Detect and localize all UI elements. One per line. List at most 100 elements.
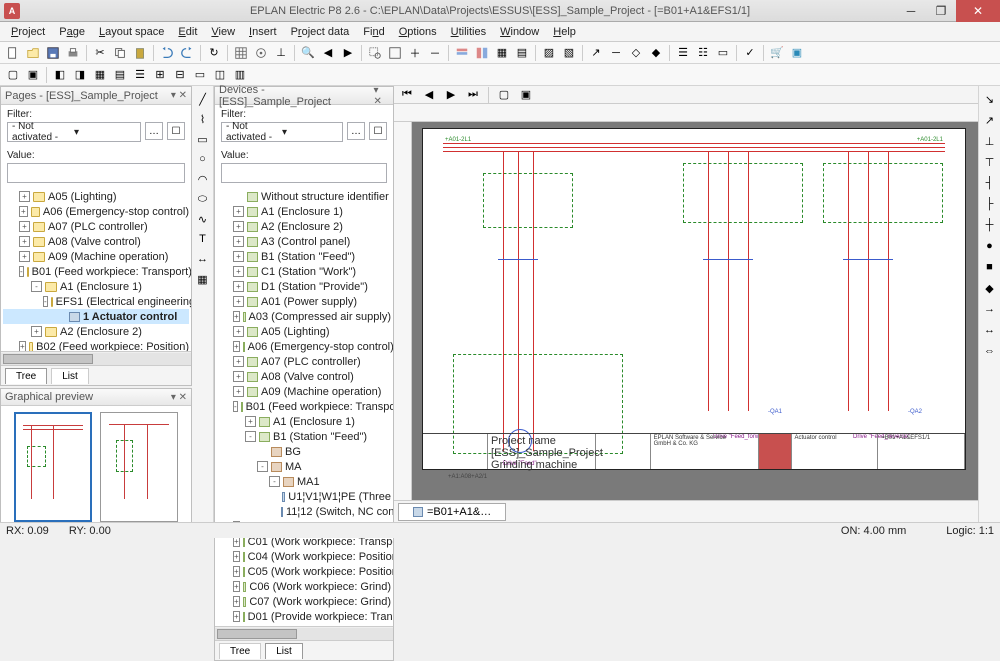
polyline-icon[interactable]: ⌇ (194, 110, 212, 128)
tree-item[interactable]: +A1 (Enclosure 1) (217, 204, 391, 219)
pages-close-icon[interactable]: ▾ ✕ (171, 90, 187, 101)
r-tool12-icon[interactable]: ↔ (981, 321, 999, 339)
maximize-button[interactable]: ❐ (926, 0, 956, 22)
nav-first-icon[interactable]: ⏮ (398, 86, 416, 104)
tool-e-icon[interactable]: ▦ (91, 66, 109, 84)
nav-prev-icon[interactable]: ◀ (420, 86, 438, 104)
view2-icon[interactable] (473, 44, 491, 62)
menu-help[interactable]: Help (546, 24, 583, 40)
preview-thumb-2[interactable] (100, 412, 178, 522)
menu-window[interactable]: Window (493, 24, 546, 40)
tree-item[interactable]: -A1 (Enclosure 1) (3, 279, 189, 294)
tree-item[interactable]: -B01 (Feed workpiece: Transport) (217, 399, 391, 414)
symbol-icon[interactable]: ◇ (627, 44, 645, 62)
tree-item[interactable]: +A2 (Enclosure 2) (217, 219, 391, 234)
menu-project-data[interactable]: Project data (284, 24, 357, 40)
cut-icon[interactable]: ✂ (91, 44, 109, 62)
tool-i-icon[interactable]: ⊟ (171, 66, 189, 84)
wire-icon[interactable]: ─ (607, 44, 625, 62)
zoom-window-icon[interactable] (366, 44, 384, 62)
misc2-icon[interactable]: ▣ (517, 86, 535, 104)
text-icon[interactable]: T (194, 230, 212, 248)
devices-scrollbar[interactable] (215, 626, 393, 640)
tree-item[interactable]: +C07 (Work workpiece: Grind) (217, 594, 391, 609)
rect-icon[interactable]: ▭ (194, 130, 212, 148)
tree-item[interactable]: +B02 (Feed workpiece: Position) (3, 339, 189, 351)
search-icon[interactable]: 🔍 (299, 44, 317, 62)
pages-filter-toggle[interactable]: ☐ (167, 122, 185, 140)
pages-filter-btn[interactable]: … (145, 122, 163, 140)
tree-item[interactable]: +A05 (Lighting) (3, 189, 189, 204)
tree-item[interactable]: -B1 (Station "Feed") (217, 429, 391, 444)
view3-icon[interactable]: ▦ (493, 44, 511, 62)
r-tool2-icon[interactable]: ↗ (981, 111, 999, 129)
pages-tab-list[interactable]: List (51, 368, 89, 384)
new-icon[interactable] (4, 44, 22, 62)
drawing-canvas[interactable]: +A01-2L1 +A01-2L1 (412, 122, 978, 500)
tree-item[interactable]: +A05 (Lighting) (217, 324, 391, 339)
menu-insert[interactable]: Insert (242, 24, 284, 40)
print-icon[interactable] (64, 44, 82, 62)
redo-icon[interactable] (178, 44, 196, 62)
tree-item[interactable]: +C04 (Work workpiece: Position) (217, 549, 391, 564)
tool-c-icon[interactable]: ◧ (51, 66, 69, 84)
r-tool3-icon[interactable]: ⊥ (981, 132, 999, 150)
copy-icon[interactable] (111, 44, 129, 62)
tree-item[interactable]: 1 Actuator control (3, 309, 189, 324)
tree-item[interactable]: +A08 (Valve control) (217, 369, 391, 384)
preview-close-icon[interactable]: ▾ ✕ (171, 392, 187, 403)
tool-d-icon[interactable]: ◨ (71, 66, 89, 84)
r-tool5-icon[interactable]: ┤ (981, 174, 999, 192)
undo-icon[interactable] (158, 44, 176, 62)
preview-thumb-1[interactable] (14, 412, 92, 522)
zoom-in-icon[interactable]: ＋ (406, 44, 424, 62)
pages-filter-dropdown[interactable]: - Not activated -▾ (7, 122, 141, 142)
devices-filter-toggle[interactable]: ☐ (369, 122, 387, 140)
tree-item[interactable]: +C06 (Work workpiece: Grind) (217, 579, 391, 594)
misc3-icon[interactable]: ▭ (714, 44, 732, 62)
tree-item[interactable]: -EFS1 (Electrical engineering sch (3, 294, 189, 309)
tree-item[interactable]: +A3 (Control panel) (217, 234, 391, 249)
tool-a-icon[interactable]: ▢ (4, 66, 22, 84)
r-tool1-icon[interactable]: ↘ (981, 90, 999, 108)
symbol2-icon[interactable]: ◆ (647, 44, 665, 62)
tree-item[interactable]: -B01 (Feed workpiece: Transport) (3, 264, 189, 279)
dim-icon[interactable]: ↔ (194, 250, 212, 268)
devices-filter-dropdown[interactable]: - Not activated -▾ (221, 122, 343, 142)
tool-j-icon[interactable]: ▭ (191, 66, 209, 84)
prev-icon[interactable]: ◀ (319, 44, 337, 62)
menu-project[interactable]: Project (4, 24, 52, 40)
tree-item[interactable]: +A2 (Enclosure 2) (3, 324, 189, 339)
tree-item[interactable]: +A1 (Enclosure 1) (217, 414, 391, 429)
tool-f-icon[interactable]: ▤ (111, 66, 129, 84)
r-tool4-icon[interactable]: ⊤ (981, 153, 999, 171)
menu-options[interactable]: Options (392, 24, 444, 40)
tree-item[interactable]: U1¦V1¦W1¦PE (Three (217, 489, 391, 504)
snap-icon[interactable] (252, 44, 270, 62)
r-tool7-icon[interactable]: ┼ (981, 216, 999, 234)
tool-b-icon[interactable]: ▣ (24, 66, 42, 84)
devices-tree[interactable]: Without structure identifier+A1 (Enclosu… (215, 187, 393, 626)
ortho-icon[interactable]: ⊥ (272, 44, 290, 62)
tree-item[interactable]: +A07 (PLC controller) (217, 354, 391, 369)
tree-item[interactable]: BG (217, 444, 391, 459)
cart-icon[interactable]: 🛒 (768, 44, 786, 62)
tree-item[interactable]: +C05 (Work workpiece: Position) (217, 564, 391, 579)
layers-icon[interactable]: ▨ (540, 44, 558, 62)
pages-scrollbar[interactable] (1, 351, 191, 365)
next-icon[interactable]: ▶ (339, 44, 357, 62)
tree-item[interactable]: Without structure identifier (217, 189, 391, 204)
minimize-button[interactable]: ─ (896, 0, 926, 22)
connect-icon[interactable]: ↗ (587, 44, 605, 62)
menu-find[interactable]: Find (356, 24, 391, 40)
nav-next-icon[interactable]: ▶ (442, 86, 460, 104)
check-icon[interactable]: ✓ (741, 44, 759, 62)
menu-edit[interactable]: Edit (171, 24, 204, 40)
r-tool9-icon[interactable]: ■ (981, 258, 999, 276)
tool-k-icon[interactable]: ◫ (211, 66, 229, 84)
tree-item[interactable]: +B1 (Station "Feed") (217, 249, 391, 264)
tool-l-icon[interactable]: ▥ (231, 66, 249, 84)
tree-item[interactable]: -MA1 (217, 474, 391, 489)
spline-icon[interactable]: ∿ (194, 210, 212, 228)
tree-item[interactable]: +A01 (Power supply) (217, 294, 391, 309)
